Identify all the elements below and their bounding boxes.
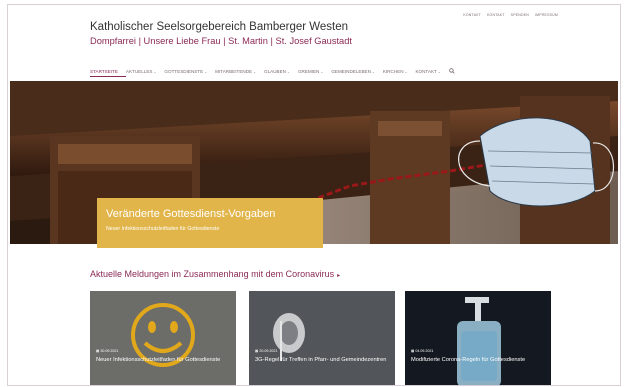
chevron-down-icon: ⌄ [371, 70, 375, 74]
arrow-right-icon: ▸ [337, 273, 341, 279]
news-card[interactable]: ▦ 20.09.2021 3G-Regel für Treffen in Pfa… [249, 291, 395, 385]
top-link-spenden[interactable]: SPENDEN [511, 13, 529, 17]
top-link-impressum[interactable]: IMPRESSUM [535, 13, 558, 17]
top-link-kontakt-2[interactable]: KONTAKT [487, 13, 505, 17]
top-links: KONTAKT KONTAKT SPENDEN IMPRESSUM [463, 13, 558, 17]
sanitizer-bottle-image [405, 291, 551, 385]
nav-item-gemeindeleben[interactable]: GEMEINDELEBEN⌄ [331, 69, 375, 76]
chevron-down-icon: ⌄ [204, 70, 208, 74]
chevron-down-icon: ⌄ [320, 70, 324, 74]
site-subtitle: Dompfarrei | Unsere Liebe Frau | St. Mar… [90, 36, 352, 46]
nav-item-kontakt[interactable]: KONTAKT⌄ [415, 69, 440, 76]
card-title: 3G-Regel für Treffen in Pfarr- und Gemei… [255, 357, 387, 363]
page-frame: KONTAKT KONTAKT SPENDEN IMPRESSUM Kathol… [7, 4, 621, 386]
card-date: ▦ 30.09.2021 [96, 349, 119, 353]
door-handle-image [249, 291, 395, 385]
active-nav-indicator [90, 76, 126, 77]
hero-caption[interactable]: Veränderte Gottesdienst-Vorgaben Neuer I… [97, 198, 323, 248]
chevron-down-icon: ⌄ [437, 70, 441, 74]
top-link-kontakt[interactable]: KONTAKT [463, 13, 481, 17]
chevron-down-icon: ⌄ [253, 70, 257, 74]
site-title[interactable]: Katholischer Seelsorgebereich Bamberger … [90, 21, 348, 33]
chevron-down-icon: ⌄ [153, 70, 157, 74]
hero-heading: Veränderte Gottesdienst-Vorgaben [106, 208, 276, 220]
search-icon[interactable] [448, 68, 455, 77]
chevron-down-icon: ⌄ [287, 70, 290, 74]
nav-item-startseite[interactable]: STARTSEITE [90, 69, 118, 76]
news-section-heading[interactable]: Aktuelle Meldungen im Zusammenhang mit d… [90, 269, 340, 279]
nav-item-glauben[interactable]: GLAUBEN⌄ [264, 69, 290, 76]
chevron-down-icon: ⌄ [404, 70, 408, 74]
hero-subheading: Neuer Infektionsschutzleitfaden für Gott… [106, 226, 220, 232]
news-card[interactable]: ▦ 30.09.2021 Neuer Infektionsschutzleitf… [90, 291, 236, 385]
card-date: ▦ 04.09.2021 [411, 349, 434, 353]
nav-item-kirchen[interactable]: KIRCHEN⌄ [383, 69, 408, 76]
nav-item-mitarbeitende[interactable]: MITARBEITENDE⌄ [215, 69, 256, 76]
card-title: Modifizierte Corona-Regeln für Gottesdie… [411, 357, 526, 363]
nav-item-aktuelles[interactable]: AKTUELLES⌄ [126, 69, 157, 76]
nav-item-gremien[interactable]: GREMIEN⌄ [298, 69, 323, 76]
smiley-pavement-image [90, 291, 236, 385]
card-title: Neuer Infektionsschutzleitfaden für Gott… [96, 357, 221, 363]
nav-item-gottesdienste[interactable]: GOTTESDIENSTE⌄ [164, 69, 207, 76]
card-date: ▦ 20.09.2021 [255, 349, 278, 353]
main-nav: STARTSEITE AKTUELLES⌄ GOTTESDIENSTE⌄ MIT… [90, 68, 455, 77]
news-card[interactable]: ▦ 04.09.2021 Modifizierte Corona-Regeln … [405, 291, 551, 385]
